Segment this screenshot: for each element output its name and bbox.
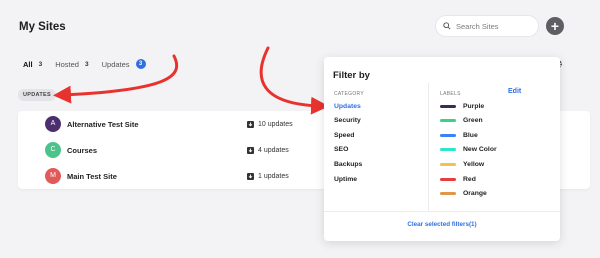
label-swatch	[440, 192, 456, 195]
label-swatch	[440, 148, 456, 151]
add-site-button[interactable]: +	[546, 17, 564, 35]
label-swatch	[440, 105, 456, 108]
tab-label: Hosted	[55, 59, 79, 69]
label-item[interactable]: Blue	[440, 132, 478, 139]
label-name: Yellow	[463, 161, 485, 168]
search-box[interactable]	[436, 16, 538, 36]
label-name: Orange	[463, 190, 487, 197]
tab-hosted[interactable]: Hosted 3	[55, 60, 88, 69]
edit-labels-link[interactable]: Edit	[508, 88, 521, 95]
site-name[interactable]: Courses	[67, 146, 97, 155]
filter-panel: Filter by CATEGORY LABELS Edit Updates S…	[324, 57, 560, 241]
active-filter-chip[interactable]: UPDATES	[18, 89, 56, 101]
label-swatch	[440, 119, 456, 122]
search-icon	[443, 22, 451, 30]
column-divider	[428, 83, 429, 211]
category-header: CATEGORY	[334, 91, 364, 97]
updates-label: 4 updates	[258, 146, 289, 154]
updates-count[interactable]: 10 updates	[247, 120, 293, 128]
tab-updates[interactable]: Updates 3	[102, 59, 146, 69]
avatar: C	[45, 142, 61, 158]
tab-count: 3	[84, 60, 89, 68]
updates-label: 1 updates	[258, 172, 289, 180]
label-item[interactable]: Green	[440, 117, 483, 124]
avatar: A	[45, 116, 61, 132]
download-icon	[247, 120, 254, 128]
label-item[interactable]: Orange	[440, 190, 487, 197]
category-backups[interactable]: Backups	[334, 161, 362, 168]
category-uptime[interactable]: Uptime	[334, 176, 357, 183]
updates-count[interactable]: 4 updates	[247, 146, 289, 154]
label-name: Blue	[463, 132, 478, 139]
label-swatch	[440, 134, 456, 137]
tab-label: All	[23, 59, 33, 69]
labels-header: LABELS	[440, 91, 461, 97]
label-name: Purple	[463, 103, 485, 110]
download-icon	[247, 172, 254, 180]
category-security[interactable]: Security	[334, 117, 361, 124]
label-swatch	[440, 163, 456, 166]
annotation-arrow-right	[259, 46, 329, 115]
tab-all[interactable]: All 3	[23, 60, 42, 69]
updates-count[interactable]: 1 updates	[247, 172, 289, 180]
tab-label: Updates	[101, 59, 130, 69]
page-title: My Sites	[19, 21, 66, 33]
label-item[interactable]: New Color	[440, 146, 497, 153]
search-input[interactable]	[456, 21, 536, 31]
tab-count-badge: 3	[135, 59, 146, 69]
category-speed[interactable]: Speed	[334, 132, 354, 139]
label-name: Red	[463, 176, 476, 183]
download-icon	[247, 146, 254, 154]
category-seo[interactable]: SEO	[334, 146, 348, 153]
label-name: New Color	[463, 146, 497, 153]
tab-count: 3	[38, 60, 43, 68]
label-swatch	[440, 178, 456, 181]
avatar: M	[45, 168, 61, 184]
updates-label: 10 updates	[258, 120, 293, 128]
label-item[interactable]: Purple	[440, 103, 484, 110]
label-name: Green	[463, 117, 483, 124]
clear-filters-link[interactable]: Clear selected filters(1)	[324, 221, 560, 228]
filter-title: Filter by	[333, 70, 370, 81]
site-name[interactable]: Main Test Site	[67, 172, 117, 181]
label-item[interactable]: Red	[440, 176, 476, 183]
label-item[interactable]: Yellow	[440, 161, 484, 168]
site-name[interactable]: Alternative Test Site	[67, 120, 139, 129]
category-updates[interactable]: Updates	[334, 103, 361, 110]
site-tabs: All 3 Hosted 3 Updates 3	[23, 59, 159, 69]
panel-footer-divider	[324, 211, 560, 212]
